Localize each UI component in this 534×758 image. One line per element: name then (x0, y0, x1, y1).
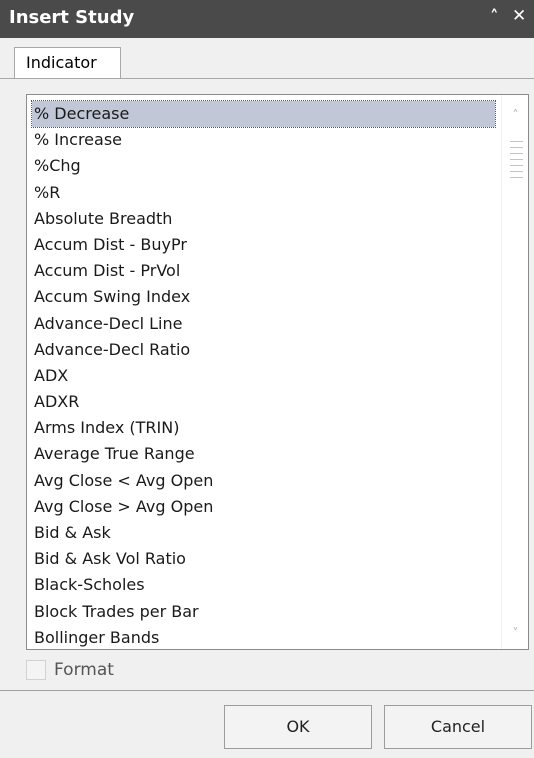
format-checkbox[interactable] (26, 660, 46, 680)
study-list-item[interactable]: Accum Dist - PrVol (27, 258, 497, 284)
study-list-item[interactable]: ADX (27, 363, 497, 389)
study-list-item[interactable]: Avg Close > Avg Open (27, 494, 497, 520)
study-list-item[interactable]: Advance-Decl Ratio (27, 337, 497, 363)
study-list-item[interactable]: Avg Close < Avg Open (27, 468, 497, 494)
scroll-down-icon[interactable]: ˅ (502, 623, 528, 643)
study-list-item[interactable]: % Decrease (31, 99, 496, 129)
study-list-item[interactable]: Bid & Ask Vol Ratio (27, 546, 497, 572)
study-list-item[interactable]: Arms Index (TRIN) (27, 415, 497, 441)
collapse-button[interactable]: ˄ (490, 7, 499, 27)
tab-indicator[interactable]: Indicator (14, 47, 121, 79)
window-title: Insert Study (9, 7, 135, 28)
scroll-up-icon[interactable]: ˄ (502, 105, 528, 125)
cancel-button[interactable]: Cancel (384, 705, 532, 749)
scroll-thumb[interactable] (510, 141, 523, 179)
study-list-items: % Decrease% Increase %Chg %R Absolute Bread… (27, 99, 497, 649)
format-label: Format (54, 660, 114, 680)
study-list-item[interactable]: Advance-Decl Line (27, 311, 497, 337)
study-list-item[interactable]: %R (27, 180, 497, 206)
study-list-item[interactable]: Bid & Ask (27, 520, 497, 546)
ok-button[interactable]: OK (224, 705, 372, 749)
vertical-scrollbar[interactable]: ˄ ˅ (501, 95, 528, 649)
study-list-item[interactable]: %Chg (27, 153, 497, 179)
study-listbox[interactable]: % Decrease% Increase %Chg %R Absolute Bread… (26, 94, 529, 650)
study-list-item[interactable]: % Increase (27, 127, 497, 153)
study-list-item[interactable]: ADXR (27, 389, 497, 415)
study-list-item[interactable]: Absolute Breadth (27, 206, 497, 232)
study-list-item[interactable]: Accum Swing Index (27, 284, 497, 310)
study-list-item[interactable]: Average True Range (27, 441, 497, 467)
study-list-item[interactable]: Bollinger Bands (27, 625, 497, 649)
study-list-item[interactable]: Block Trades per Bar (27, 599, 497, 625)
study-list-item[interactable]: Accum Dist - BuyPr (27, 232, 497, 258)
close-button[interactable]: ✕ (512, 6, 526, 26)
study-list-item[interactable]: Black-Scholes (27, 572, 497, 598)
